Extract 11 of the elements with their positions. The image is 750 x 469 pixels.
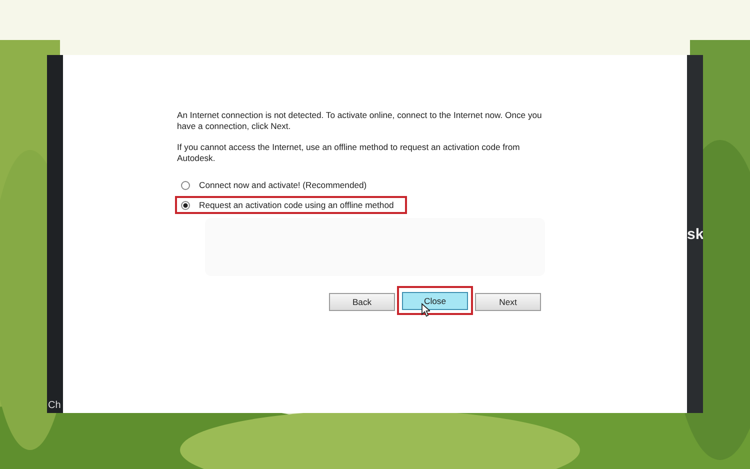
radio-button[interactable]	[181, 180, 190, 190]
option-label[interactable]: Request an activation code using an offline method	[199, 200, 394, 210]
option-label[interactable]: Connect now and activate! (Recommended)	[199, 180, 367, 190]
cursor-icon	[421, 303, 430, 317]
dialog-button[interactable]: Next	[475, 292, 541, 310]
message-text: If you cannot access the Internet, use an offline method to request an activation code from Autodesk.	[177, 142, 521, 164]
dialog-button[interactable]: Close	[402, 292, 468, 310]
radio-button[interactable]	[181, 200, 190, 210]
message-text: An Internet connection is not detected. To activate online, connect to the Internet now. Once you have a connection, click Next.	[177, 110, 543, 132]
side-text: Ch	[47, 400, 62, 413]
dialog-button[interactable]: Back	[329, 292, 395, 310]
